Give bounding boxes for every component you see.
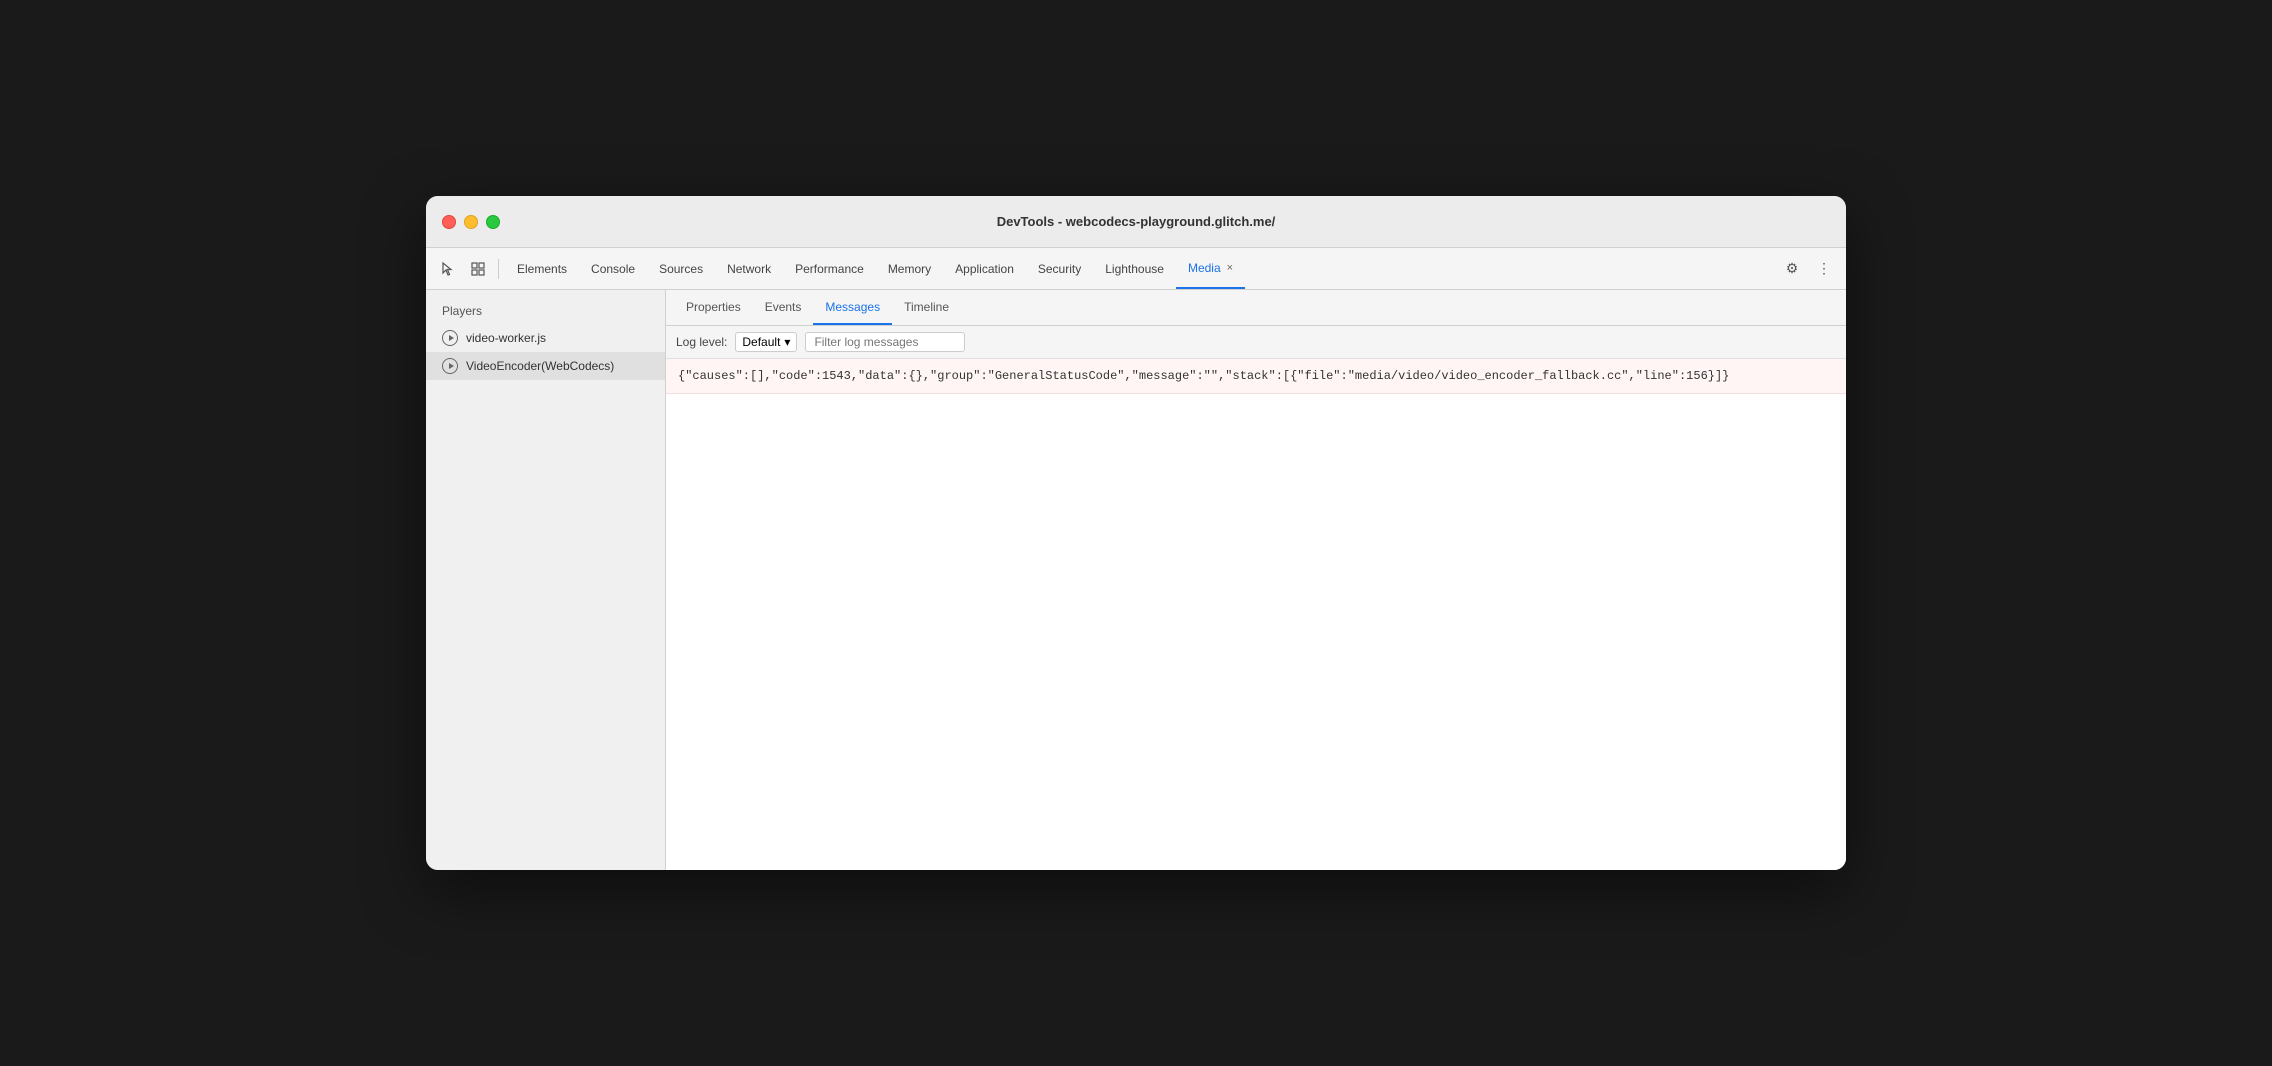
tab-media[interactable]: Media × [1176, 248, 1245, 289]
log-entry-text: {"causes":[],"code":1543,"data":{},"grou… [678, 367, 1729, 385]
devtools-window: DevTools - webcodecs-playground.glitch.m… [426, 196, 1846, 870]
tab-network[interactable]: Network [715, 248, 783, 289]
inspect-icon[interactable] [464, 255, 492, 283]
tab-console[interactable]: Console [579, 248, 647, 289]
tab-events[interactable]: Events [753, 290, 814, 325]
tab-security[interactable]: Security [1026, 248, 1093, 289]
filter-input[interactable] [805, 332, 965, 352]
log-messages: {"causes":[],"code":1543,"data":{},"grou… [666, 359, 1846, 870]
sidebar-item-video-worker[interactable]: video-worker.js [426, 324, 665, 352]
traffic-lights [442, 215, 500, 229]
tab-lighthouse[interactable]: Lighthouse [1093, 248, 1176, 289]
sidebar-header: Players [426, 298, 665, 324]
log-toolbar: Log level: Default ▾ [666, 326, 1846, 359]
content-area: Properties Events Messages Timeline Log … [666, 290, 1846, 870]
main-content: Players video-worker.js VideoEncoder(Web… [426, 290, 1846, 870]
sidebar-item-video-encoder[interactable]: VideoEncoder(WebCodecs) [426, 352, 665, 380]
title-bar: DevTools - webcodecs-playground.glitch.m… [426, 196, 1846, 248]
toolbar-tabs: Elements Console Sources Network Perform… [505, 248, 1776, 289]
tab-performance[interactable]: Performance [783, 248, 876, 289]
tab-timeline[interactable]: Timeline [892, 290, 961, 325]
log-level-select[interactable]: Default ▾ [735, 332, 797, 352]
settings-icon[interactable]: ⚙ [1778, 255, 1806, 283]
tab-properties[interactable]: Properties [674, 290, 753, 325]
tab-messages[interactable]: Messages [813, 290, 892, 325]
toolbar-divider [498, 259, 499, 279]
sidebar: Players video-worker.js VideoEncoder(Web… [426, 290, 666, 870]
chevron-down-icon: ▾ [784, 335, 790, 349]
log-entry: {"causes":[],"code":1543,"data":{},"grou… [666, 359, 1846, 394]
tab-elements[interactable]: Elements [505, 248, 579, 289]
tab-memory[interactable]: Memory [876, 248, 943, 289]
content-tabs: Properties Events Messages Timeline [666, 290, 1846, 326]
log-level-label: Log level: [676, 335, 727, 349]
toolbar-right: ⚙ ⋮ [1778, 255, 1838, 283]
window-title: DevTools - webcodecs-playground.glitch.m… [997, 214, 1276, 229]
play-icon [442, 330, 458, 346]
minimize-button[interactable] [464, 215, 478, 229]
close-tab-icon[interactable]: × [1227, 262, 1233, 274]
tab-sources[interactable]: Sources [647, 248, 715, 289]
tab-application[interactable]: Application [943, 248, 1026, 289]
maximize-button[interactable] [486, 215, 500, 229]
more-icon[interactable]: ⋮ [1810, 255, 1838, 283]
main-toolbar: Elements Console Sources Network Perform… [426, 248, 1846, 290]
close-button[interactable] [442, 215, 456, 229]
cursor-icon[interactable] [434, 255, 462, 283]
play-icon-2 [442, 358, 458, 374]
